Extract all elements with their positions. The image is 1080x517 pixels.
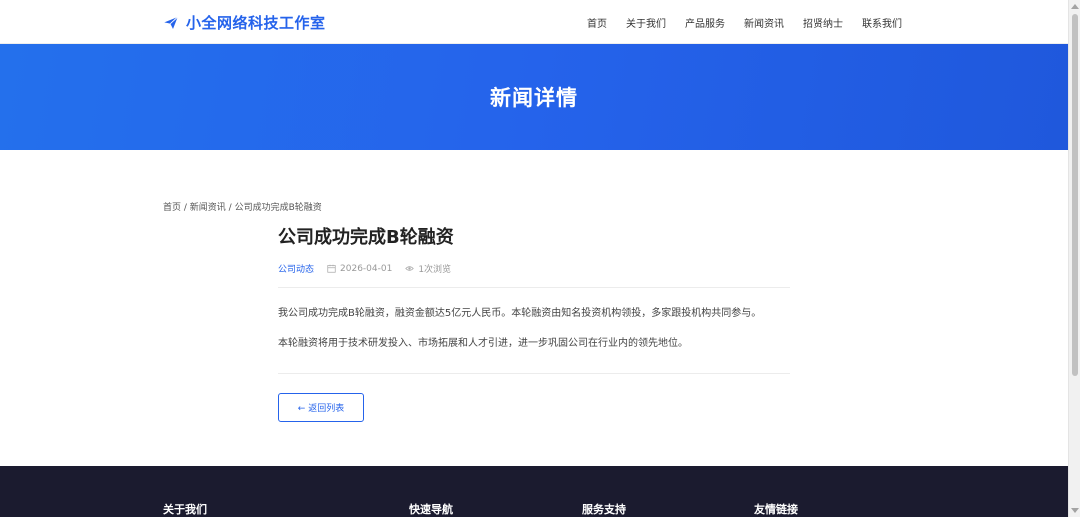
nav-item-careers[interactable]: 招贤纳士: [803, 15, 843, 30]
back-to-list-button[interactable]: ← 返回列表: [278, 393, 364, 422]
scroll-down-arrow-icon[interactable]: [1071, 508, 1079, 513]
article-date-text: 2026-04-01: [340, 263, 393, 274]
divider: [278, 373, 790, 374]
banner-title: 新闻详情: [490, 86, 578, 110]
breadcrumb-separator: /: [181, 203, 190, 213]
page-scrollbar[interactable]: [1068, 0, 1080, 517]
article-date: 2026-04-01: [327, 264, 392, 274]
breadcrumb: 首页 / 新闻资讯 / 公司成功完成B轮融资: [163, 200, 322, 213]
nav-item-contact[interactable]: 联系我们: [862, 15, 902, 30]
paper-plane-icon: [164, 16, 178, 29]
scroll-up-arrow-icon[interactable]: [1071, 4, 1079, 9]
page-banner: 新闻详情: [0, 44, 1068, 150]
nav-item-home[interactable]: 首页: [587, 15, 607, 30]
article-category[interactable]: 公司动态: [278, 262, 314, 275]
site-footer: 关于我们 快速导航 服务支持 友情链接: [0, 466, 1068, 517]
nav-item-news[interactable]: 新闻资讯: [744, 15, 784, 30]
nav-item-about[interactable]: 关于我们: [626, 15, 666, 30]
main-nav: 首页 关于我们 产品服务 新闻资讯 招贤纳士 联系我们: [587, 15, 902, 30]
article-title: 公司成功完成B轮融资: [278, 227, 454, 248]
article-content: 我公司成功完成B轮融资，融资金额达5亿元人民币。本轮融资由知名投资机构领投，多家…: [278, 306, 790, 351]
article: 公司成功完成B轮融资 公司动态 2026-04-01 1次浏览 我公司成功完成B…: [278, 223, 790, 422]
article-views-text: 1次浏览: [418, 265, 452, 275]
eye-icon: [405, 266, 415, 271]
footer-heading-support: 服务支持: [582, 503, 626, 516]
footer-heading-quick-nav: 快速导航: [409, 503, 453, 516]
breadcrumb-section[interactable]: 新闻资讯: [190, 203, 226, 213]
article-paragraph: 我公司成功完成B轮融资，融资金额达5亿元人民币。本轮融资由知名投资机构领投，多家…: [278, 308, 762, 319]
site-logo[interactable]: 小全网络科技工作室: [163, 12, 326, 33]
scroll-thumb[interactable]: [1072, 14, 1078, 376]
breadcrumb-separator: /: [225, 203, 235, 213]
nav-item-products[interactable]: 产品服务: [685, 15, 725, 30]
breadcrumb-current: 公司成功完成B轮融资: [234, 203, 322, 213]
article-meta: 公司动态 2026-04-01 1次浏览: [278, 262, 790, 288]
article-paragraph: 本轮融资将用于技术研发投入、市场拓展和人才引进，进一步巩固公司在行业内的领先地位…: [278, 338, 688, 349]
calendar-icon: [327, 264, 336, 273]
site-header: 小全网络科技工作室 首页 关于我们 产品服务 新闻资讯 招贤纳士 联系我们: [0, 0, 1068, 44]
footer-heading-about: 关于我们: [163, 503, 207, 516]
breadcrumb-home[interactable]: 首页: [163, 203, 181, 213]
logo-text: 小全网络科技工作室: [186, 14, 326, 32]
article-views: 1次浏览: [405, 262, 451, 275]
footer-heading-links: 友情链接: [754, 503, 798, 516]
